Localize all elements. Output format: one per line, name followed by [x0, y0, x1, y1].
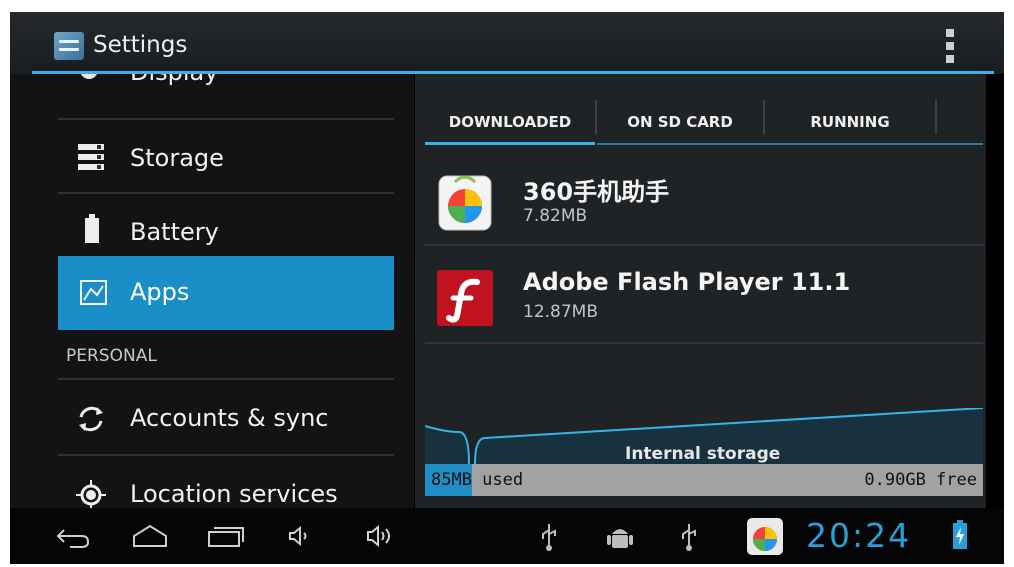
- system-bar: 20:24: [10, 508, 1004, 564]
- tab-selected-indicator: [425, 142, 595, 145]
- tab-on-sd-card[interactable]: ON SD CARD: [597, 98, 763, 146]
- recent-apps-icon[interactable]: [208, 526, 244, 548]
- list-divider: [425, 342, 983, 344]
- back-icon[interactable]: [56, 526, 90, 548]
- settings-item-label: Display: [130, 74, 218, 86]
- settings-app-icon[interactable]: [54, 32, 84, 60]
- settings-item-battery[interactable]: Battery: [58, 204, 394, 264]
- tab-underline: [597, 143, 983, 145]
- apps-tabs: DOWNLOADED ON SD CARD RUNNING: [425, 98, 983, 146]
- sync-icon: [79, 406, 103, 432]
- settings-item-accounts-sync[interactable]: Accounts & sync: [58, 390, 394, 450]
- settings-item-display[interactable]: Display: [58, 74, 394, 86]
- settings-item-label: Storage: [130, 144, 224, 172]
- display-icon: [80, 74, 98, 79]
- flash-player-icon: [437, 270, 493, 326]
- android-debug-icon[interactable]: [606, 522, 634, 552]
- list-divider: [58, 118, 394, 120]
- volume-up-icon[interactable]: [366, 524, 394, 548]
- storage-label: Internal storage: [625, 444, 781, 464]
- battery-charging-icon: [953, 520, 967, 549]
- settings-item-storage[interactable]: Storage: [58, 130, 394, 190]
- settings-item-apps[interactable]: Apps: [58, 256, 394, 330]
- battery-icon: [85, 214, 99, 243]
- device-screen: Settings Display Storage Battery: [10, 12, 1004, 564]
- usb-icon[interactable]: [538, 522, 560, 552]
- 360-assistant-icon: [438, 175, 492, 231]
- volume-down-icon[interactable]: [288, 526, 310, 546]
- storage-used-text: 85MB used: [431, 470, 524, 490]
- apps-pane: DOWNLOADED ON SD CARD RUNNING 360手机助手 7.…: [415, 74, 986, 508]
- overflow-menu-icon[interactable]: [946, 29, 954, 63]
- settings-item-label: Location services: [130, 480, 338, 508]
- settings-item-location-services[interactable]: Location services: [58, 466, 394, 508]
- app-name: Adobe Flash Player 11.1: [523, 268, 851, 296]
- app-list-item[interactable]: 360手机助手 7.82MB: [425, 156, 983, 242]
- status-clock: 20:24: [806, 516, 912, 555]
- list-divider: [58, 454, 394, 456]
- location-icon: [76, 480, 106, 508]
- home-icon[interactable]: [132, 524, 168, 548]
- settings-item-label: Apps: [130, 278, 190, 306]
- tab-separator: [935, 100, 937, 134]
- apps-icon: [80, 280, 107, 305]
- section-header-personal: PERSONAL: [66, 346, 157, 366]
- storage-icon: [78, 144, 104, 170]
- action-bar: Settings: [10, 12, 1004, 74]
- app-size: 12.87MB: [523, 302, 598, 322]
- app-name: 360手机助手: [523, 178, 670, 206]
- tab-downloaded[interactable]: DOWNLOADED: [425, 98, 595, 146]
- settings-item-label: Accounts & sync: [130, 404, 329, 432]
- 360-notification-icon[interactable]: [746, 516, 784, 556]
- list-divider: [425, 244, 983, 246]
- app-size: 7.82MB: [523, 206, 588, 226]
- settings-item-label: Battery: [130, 218, 219, 246]
- app-list-item[interactable]: Adobe Flash Player 11.1 12.87MB: [425, 248, 983, 342]
- storage-free-text: 0.90GB free: [864, 470, 977, 490]
- page-title: Settings: [93, 32, 188, 58]
- list-divider: [58, 378, 394, 380]
- tab-running[interactable]: RUNNING: [765, 98, 935, 146]
- usb-icon[interactable]: [678, 522, 700, 552]
- list-divider: [58, 192, 394, 194]
- storage-usage-bar: 85MB used 0.90GB free: [425, 464, 983, 496]
- settings-list: Display Storage Battery Apps PERSONAL: [10, 74, 414, 508]
